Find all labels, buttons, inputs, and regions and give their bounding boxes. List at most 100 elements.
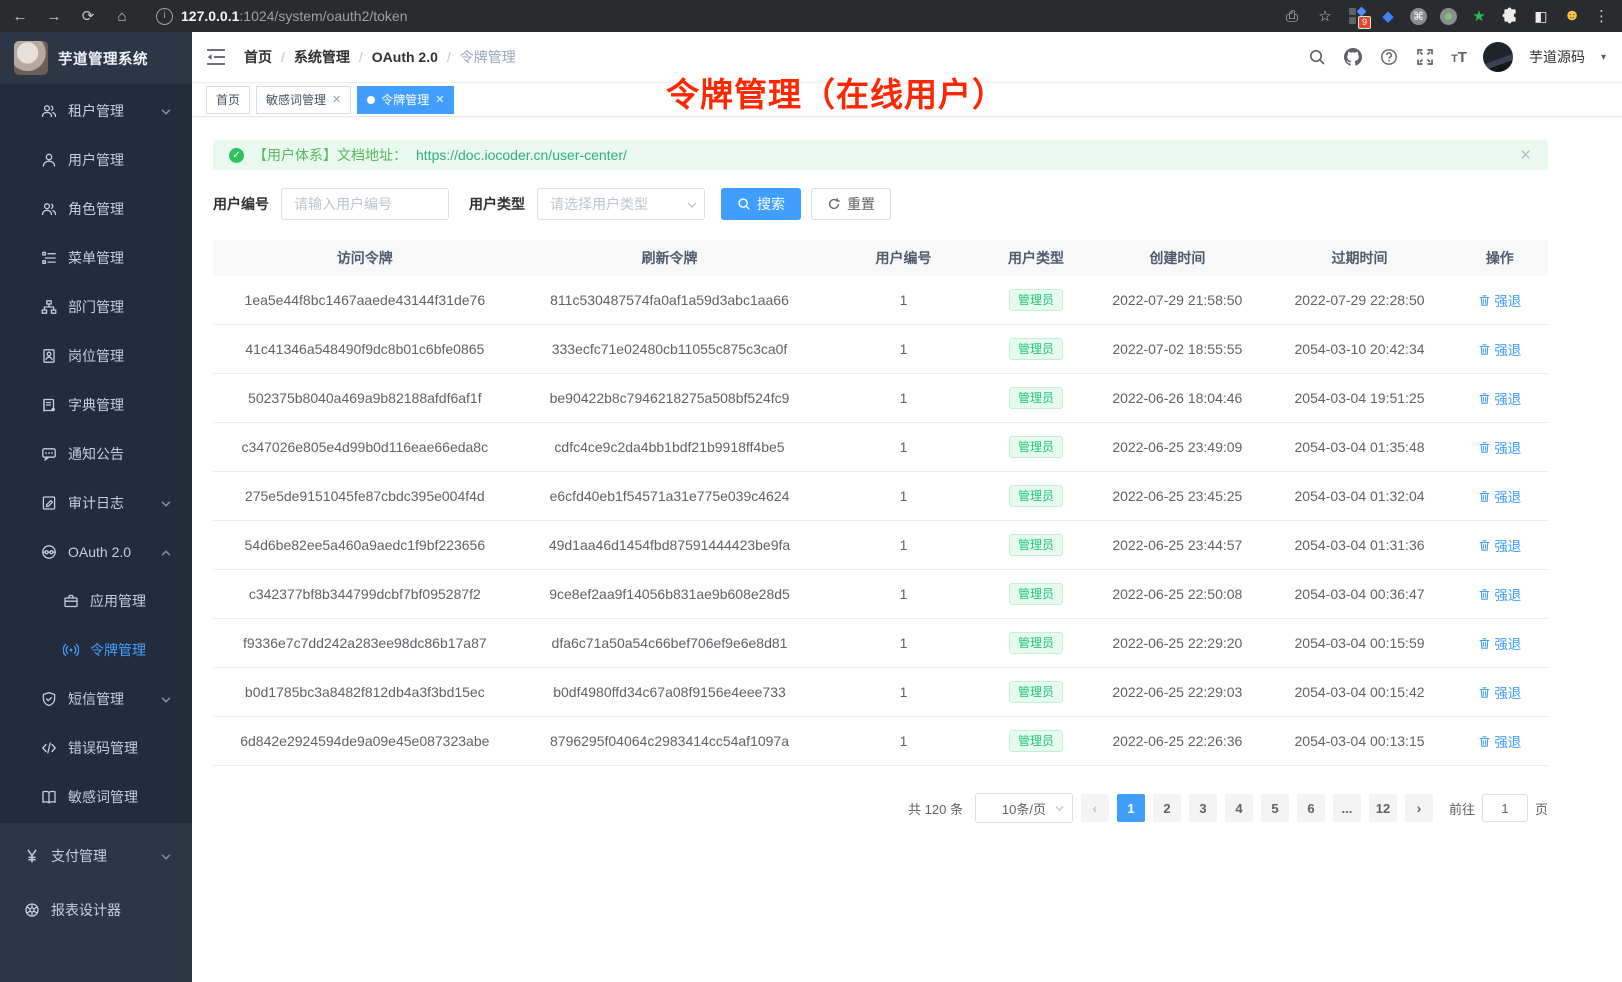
sidebar-section: 支付管理报表设计器 [0,823,192,982]
sidebar-item-user[interactable]: 用户管理 [0,135,192,184]
trash-icon [1478,637,1491,650]
force-logout-button[interactable]: 强退 [1478,437,1521,457]
filter-form: 用户编号 用户类型 搜索 重置 [213,188,1548,220]
sidebar-item-menu[interactable]: 菜单管理 [0,233,192,282]
cell-actions: 强退 [1452,486,1548,506]
search-button[interactable]: 搜索 [721,188,801,220]
extension-star-icon[interactable]: ★ [1470,7,1488,25]
user-type-badge: 管理员 [1009,289,1063,311]
sidebar-item-post[interactable]: 岗位管理 [0,331,192,380]
sidebar-item-dept[interactable]: 部门管理 [0,282,192,331]
force-logout-button[interactable]: 强退 [1478,535,1521,555]
breadcrumb-separator: / [447,49,451,65]
tab-close-icon[interactable]: ✕ [332,93,341,106]
extension-grid-icon[interactable]: 9 [1348,7,1366,25]
page-size-select[interactable]: 10条/页 [975,793,1073,823]
breadcrumb-item[interactable]: 令牌管理 [460,47,516,67]
cell-create-time: 2022-06-26 18:04:46 [1087,390,1267,406]
extension-recorder-icon[interactable] [1440,8,1457,25]
tab-sensitive-word[interactable]: 敏感词管理✕ [256,86,351,114]
cell-user-id: 1 [822,390,984,406]
sidebar-item-notice[interactable]: 通知公告 [0,429,192,478]
profile-emoji-icon[interactable]: ☻ [1563,7,1581,25]
prev-page-button[interactable]: ‹ [1081,794,1109,822]
breadcrumb-item[interactable]: 系统管理 [294,47,350,67]
user-id-input[interactable] [281,188,449,220]
force-logout-button[interactable]: 强退 [1478,633,1521,653]
breadcrumb-item[interactable]: OAuth 2.0 [372,49,438,65]
alert-close-icon[interactable]: ✕ [1519,146,1532,164]
fullscreen-icon[interactable] [1415,47,1435,67]
page-button[interactable]: 1 [1117,794,1145,822]
browser-home-icon[interactable]: ⌂ [112,8,132,25]
force-logout-button[interactable]: 强退 [1478,290,1521,310]
doc-alert: ✓ 【用户体系】文档地址： https://doc.iocoder.cn/use… [213,140,1548,170]
cell-actions: 强退 [1452,682,1548,702]
tab-token[interactable]: 令牌管理✕ [357,86,454,114]
sidebar-item-tenant[interactable]: 租户管理 [0,86,192,135]
sidebar-item-role[interactable]: 角色管理 [0,184,192,233]
extension-gem-icon[interactable]: ◆ [1379,7,1397,25]
force-logout-button[interactable]: 强退 [1478,388,1521,408]
user-type-badge: 管理员 [1009,436,1063,458]
sidebar-item-error-code[interactable]: 错误码管理 [0,723,192,772]
browser-reload-icon[interactable]: ⟳ [78,7,98,25]
force-logout-button[interactable]: 强退 [1478,682,1521,702]
share-icon[interactable]: ⎙ [1282,8,1302,25]
browser-back-icon[interactable]: ← [10,8,30,25]
tab-home[interactable]: 首页 [206,86,250,114]
trash-icon [1478,441,1491,454]
address-bar[interactable]: i 127.0.0.1:1024/system/oauth2/token [156,8,1268,25]
site-info-icon[interactable]: i [156,8,173,25]
force-logout-button[interactable]: 强退 [1478,584,1521,604]
tab-square-icon[interactable]: ◧ [1532,7,1550,25]
page-button[interactable]: 2 [1153,794,1181,822]
app-logo[interactable]: 芋道管理系统 [0,32,192,84]
browser-menu-icon[interactable]: ⋮ [1594,7,1610,25]
doc-link[interactable]: https://doc.iocoder.cn/user-center/ [416,147,627,163]
page-button[interactable]: 6 [1297,794,1325,822]
sidebar-item-report[interactable]: 报表设计器 [0,883,192,937]
cell-user-type: 管理员 [985,632,1088,654]
sidebar-item-pay[interactable]: 支付管理 [0,829,192,883]
search-icon[interactable] [1307,47,1327,67]
bookmark-star-icon[interactable]: ☆ [1315,7,1335,25]
page-button[interactable]: 4 [1225,794,1253,822]
sidebar-item-label: 支付管理 [51,846,107,866]
sidebar-item-oauth2-app[interactable]: 应用管理 [0,576,192,625]
user-type-select[interactable] [537,188,705,220]
user-type-label: 用户类型 [469,194,525,214]
goto-page-input[interactable] [1482,794,1528,822]
sidebar-item-sensitive-word[interactable]: 敏感词管理 [0,772,192,821]
next-page-button[interactable]: › [1405,794,1433,822]
sidebar-item-dict[interactable]: 字典管理 [0,380,192,429]
page-button[interactable]: 5 [1261,794,1289,822]
breadcrumb-item[interactable]: 首页 [244,47,272,67]
sidebar-item-oauth2[interactable]: OAuth 2.0 [0,527,192,576]
extensions-puzzle-icon[interactable] [1501,7,1519,25]
page-ellipsis[interactable]: ... [1333,794,1361,822]
user-avatar[interactable] [1483,42,1513,72]
extension-command-icon[interactable]: ⌘ [1410,8,1427,25]
page-button[interactable]: 3 [1189,794,1217,822]
browser-forward-icon[interactable]: → [44,8,64,25]
font-size-icon[interactable]: TT [1451,49,1467,66]
force-logout-button[interactable]: 强退 [1478,339,1521,359]
github-icon[interactable] [1343,47,1363,67]
force-logout-button[interactable]: 强退 [1478,731,1521,751]
sidebar-item-oauth2-token[interactable]: 令牌管理 [0,625,192,674]
sidebar-item-sms[interactable]: 短信管理 [0,674,192,723]
user-name[interactable]: 芋道源码 [1529,47,1585,67]
sidebar-item-audit-log[interactable]: 审计日志 [0,478,192,527]
help-icon[interactable] [1379,47,1399,67]
cell-create-time: 2022-07-29 21:58:50 [1087,292,1267,308]
force-logout-button[interactable]: 强退 [1478,486,1521,506]
briefcase-icon [62,592,79,609]
sidebar-collapse-icon[interactable] [206,48,228,66]
page-button[interactable]: 12 [1369,794,1397,822]
cell-create-time: 2022-07-02 18:55:55 [1087,341,1267,357]
tab-close-icon[interactable]: ✕ [435,93,444,106]
cell-actions: 强退 [1452,290,1548,310]
reset-button[interactable]: 重置 [811,188,891,220]
user-menu-caret-icon[interactable]: ▾ [1601,52,1606,63]
